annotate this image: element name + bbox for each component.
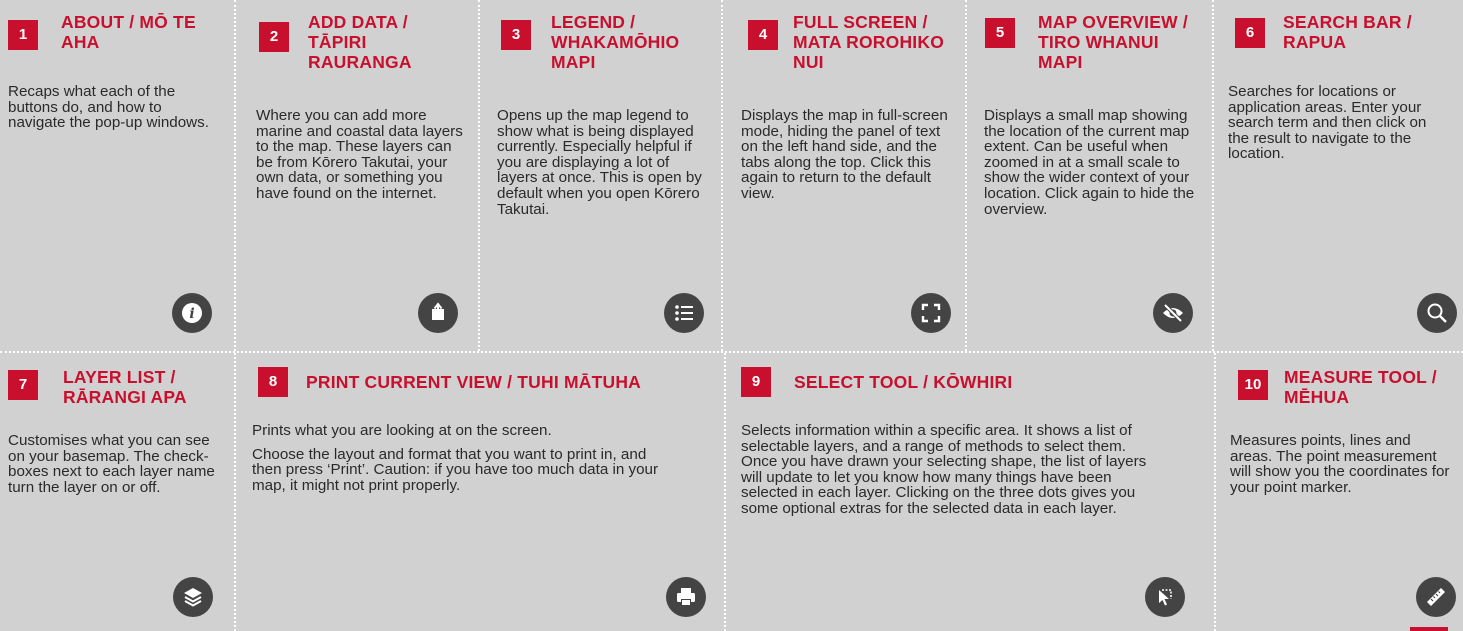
panel-title: SELECT TOOL / KŌWHIRI <box>794 372 1013 392</box>
add-data-icon[interactable] <box>418 293 458 333</box>
panel-paragraph: Opens up the map legend to show what is … <box>497 107 702 218</box>
panel-description: Measures points, lines and areas. The po… <box>1230 433 1450 495</box>
panel-title: MAP OVERVIEW / TIRO WHANUI MAPI <box>1038 12 1188 72</box>
panel-paragraph: Measures points, lines and areas. The po… <box>1230 432 1450 496</box>
panel-number-badge: 9 <box>741 367 771 397</box>
panel-number-badge: 8 <box>258 367 288 397</box>
eye-slash-icon[interactable] <box>1153 293 1193 333</box>
panel-paragraph: Where you can add more marine and coasta… <box>256 107 463 202</box>
panel-paragraph: Displays a small map showing the locatio… <box>984 107 1195 218</box>
panel-full-screen: 4 FULL SCREEN / MATA ROROHIKO NUI Displa… <box>723 0 965 351</box>
panel-print: 8 PRINT CURRENT VIEW / TUHI MĀTUHA Print… <box>236 355 724 631</box>
panel-select-tool: 9 SELECT TOOL / KŌWHIRI Selects informat… <box>726 355 1214 631</box>
panel-paragraph: Recaps what each of the buttons do, and … <box>8 83 209 132</box>
panel-description: Displays the map in full-screen mode, hi… <box>741 108 956 202</box>
fullscreen-icon[interactable] <box>911 293 951 333</box>
panel-number-badge: 2 <box>259 22 289 52</box>
panel-description: Searches for locations or application ar… <box>1228 84 1450 162</box>
panel-paragraph: Choose the layout and format that you wa… <box>252 445 659 494</box>
panel-description: Opens up the map legend to show what is … <box>497 108 713 217</box>
panel-legend: 3 LEGEND / WHAKAMŌHIO MAPI Opens up the … <box>480 0 721 351</box>
panel-search-bar: 6 SEARCH BAR / RAPUA Searches for locati… <box>1214 0 1463 351</box>
corner-accent <box>1410 627 1448 631</box>
panel-number-badge: 1 <box>8 20 38 50</box>
panel-layer-list: 7 LAYER LIST / RĀRANGI APA Customises wh… <box>0 355 234 631</box>
info-icon[interactable]: i <box>172 293 212 333</box>
legend-list-icon[interactable] <box>664 293 704 333</box>
ruler-icon[interactable] <box>1416 577 1456 617</box>
panel-title: LEGEND / WHAKAMŌHIO MAPI <box>551 12 680 72</box>
panel-about: 1 ABOUT / MŌ TE AHA Recaps what each of … <box>0 0 234 351</box>
panel-map-overview: 5 MAP OVERVIEW / TIRO WHANUI MAPI Displa… <box>967 0 1212 351</box>
panel-title: LAYER LIST / RĀRANGI APA <box>63 367 187 407</box>
panel-description: Customises what you can see on your base… <box>8 433 226 495</box>
panel-number-badge: 10 <box>1238 370 1268 400</box>
panel-paragraph: Selects information within a specific ar… <box>741 422 1147 517</box>
panel-description: Prints what you are looking at on the sc… <box>252 423 672 493</box>
panel-description: Recaps what each of the buttons do, and … <box>8 84 223 131</box>
panel-title: MEASURE TOOL / MĒHUA <box>1284 367 1437 407</box>
panel-description: Where you can add more marine and coasta… <box>256 108 468 202</box>
panel-paragraph: Prints what you are looking at on the sc… <box>252 422 552 439</box>
select-cursor-icon[interactable] <box>1145 577 1185 617</box>
svg-text:i: i <box>189 306 194 322</box>
panel-title: SEARCH BAR / RAPUA <box>1283 12 1412 52</box>
panel-number-badge: 5 <box>985 18 1015 48</box>
panel-number-badge: 3 <box>501 20 531 50</box>
panel-title: ABOUT / MŌ TE AHA <box>61 12 196 52</box>
panel-title: ADD DATA / TĀPIRI RAURANGA <box>308 12 412 72</box>
panel-paragraph: Customises what you can see on your base… <box>8 432 215 496</box>
panel-paragraph: Displays the map in full-screen mode, hi… <box>741 107 948 202</box>
row-divider <box>0 351 1463 353</box>
panel-description: Selects information within a specific ar… <box>741 423 1161 517</box>
panel-add-data: 2 ADD DATA / TĀPIRI RAURANGA Where you c… <box>236 0 478 351</box>
panel-title: FULL SCREEN / MATA ROROHIKO NUI <box>793 12 945 72</box>
search-icon[interactable] <box>1417 293 1457 333</box>
panel-number-badge: 4 <box>748 20 778 50</box>
panel-description: Displays a small map showing the locatio… <box>984 108 1204 217</box>
printer-icon[interactable] <box>666 577 706 617</box>
panel-measure-tool: 10 MEASURE TOOL / MĒHUA Measures points,… <box>1216 355 1463 631</box>
layers-icon[interactable] <box>173 577 213 617</box>
panel-paragraph: Searches for locations or application ar… <box>1228 83 1427 163</box>
panel-number-badge: 6 <box>1235 18 1265 48</box>
panel-number-badge: 7 <box>8 370 38 400</box>
panel-title: PRINT CURRENT VIEW / TUHI MĀTUHA <box>306 372 641 392</box>
